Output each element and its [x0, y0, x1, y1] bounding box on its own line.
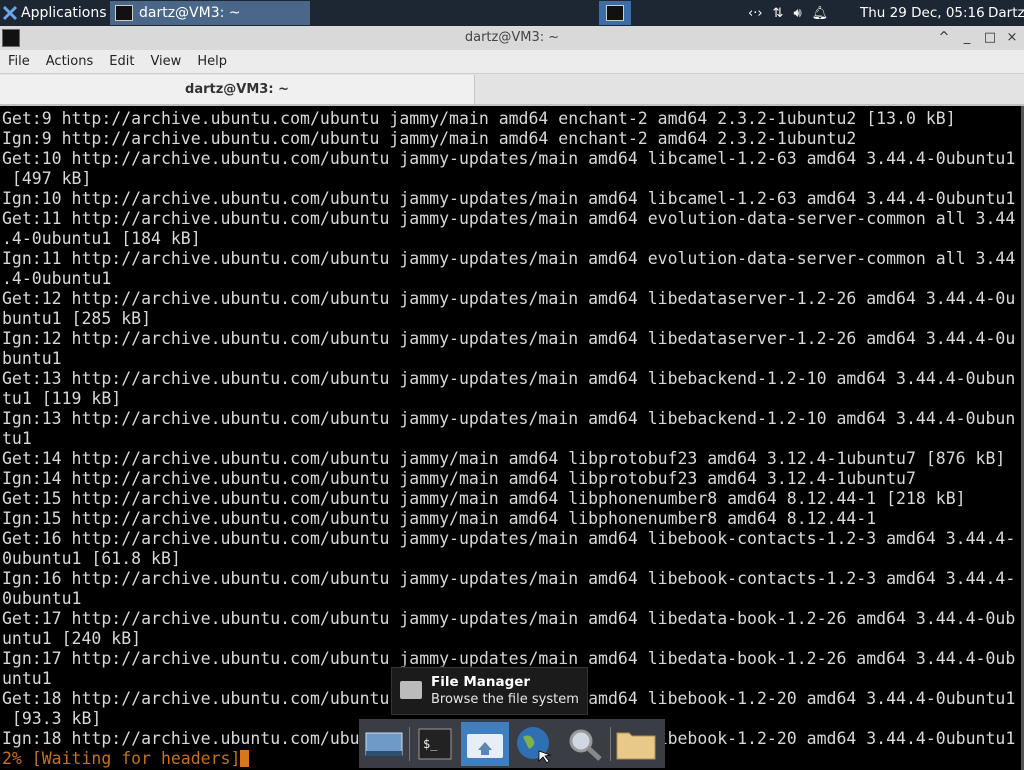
menu-help[interactable]: Help — [189, 54, 235, 69]
clock[interactable]: Thu 29 Dec, 05:16 — [860, 0, 985, 26]
show-desktop-icon — [365, 732, 403, 756]
terminal-line: Get:14 http://archive.ubuntu.com/ubuntu … — [2, 449, 1006, 468]
folder-launcher[interactable] — [612, 722, 660, 766]
shade-button[interactable]: ^ — [935, 29, 953, 47]
system-tray: ‹·› ⇅ 🔊︎ 🔔︎ — [748, 0, 828, 26]
terminal-line: Ign:15 http://archive.ubuntu.com/ubuntu … — [2, 509, 877, 528]
search-icon — [569, 729, 602, 761]
notification-bell-icon[interactable]: 🔔︎ — [812, 6, 829, 21]
file-manager-tooltip: File Manager Browse the file system — [391, 667, 588, 715]
progress-status-text: 2% [Waiting for headers] — [2, 749, 241, 768]
terminal-line: Get:13 http://archive.ubuntu.com/ubuntu … — [2, 369, 1016, 388]
terminal-line: Ign:10 http://archive.ubuntu.com/ubuntu … — [2, 189, 1016, 208]
terminal-line: Ign:11 http://archive.ubuntu.com/ubuntu … — [2, 249, 1016, 268]
terminal-line: Ign:17 http://archive.ubuntu.com/ubuntu … — [2, 649, 1016, 668]
xfce-logo-icon — [2, 5, 18, 21]
terminal-line: Ign:12 http://archive.ubuntu.com/ubuntu … — [2, 329, 1016, 348]
terminal-line: .4-0ubuntu1 — [2, 269, 112, 288]
web-browser-launcher[interactable] — [511, 722, 559, 766]
terminal-line: Get:16 http://archive.ubuntu.com/ubuntu … — [2, 529, 1016, 548]
menu-view[interactable]: View — [142, 54, 189, 69]
terminal-icon — [115, 5, 133, 21]
terminal-line: buntu1 [285 kB] — [2, 309, 152, 328]
terminal-line: Get:9 http://archive.ubuntu.com/ubuntu j… — [2, 109, 956, 128]
home-folder-launcher[interactable] — [461, 721, 509, 766]
workspace-switcher[interactable] — [599, 1, 631, 25]
terminal-line: untu1 [240 kB] — [2, 629, 142, 648]
terminal-line: tu1 — [2, 429, 32, 448]
terminal-line: tu1 [119 kB] — [2, 389, 122, 408]
terminal-line: Get:17 http://archive.ubuntu.com/ubuntu … — [2, 609, 1016, 628]
terminal-cursor — [240, 750, 250, 767]
window-title: dartz@VM3: ~ — [464, 30, 560, 45]
applications-menu[interactable]: Applications — [0, 0, 107, 26]
terminal-icon — [606, 5, 624, 21]
dock-separator — [409, 726, 410, 761]
tab-terminal[interactable]: dartz@VM3: ~ — [0, 75, 475, 105]
volume-icon[interactable]: 🔊︎ — [793, 6, 801, 21]
home-folder-icon — [467, 733, 503, 758]
terminal-line: 0ubuntu1 — [2, 589, 82, 608]
minimize-button[interactable]: _ — [958, 29, 976, 47]
window-titlebar[interactable]: dartz@VM3: ~ ^ _ □ × — [0, 26, 1024, 51]
terminal-line: Get:15 http://archive.ubuntu.com/ubuntu … — [2, 489, 966, 508]
dock: $_ — [359, 719, 665, 768]
folder-icon — [616, 732, 656, 759]
network-arrows-icon[interactable]: ‹·› — [748, 6, 763, 21]
tooltip-subtitle: Browse the file system — [431, 692, 579, 707]
terminal-line: .4-0ubuntu1 [184 kB] — [2, 229, 201, 248]
menu-file[interactable]: File — [0, 54, 38, 69]
terminal-line: Ign:16 http://archive.ubuntu.com/ubuntu … — [2, 569, 1016, 588]
user-menu[interactable]: Dartz — [988, 0, 1024, 26]
terminal-launcher[interactable]: $_ — [411, 722, 459, 766]
file-manager-icon — [400, 681, 422, 699]
show-desktop-button[interactable] — [360, 722, 408, 766]
tooltip-title: File Manager — [431, 674, 531, 690]
taskbar-terminal-label: dartz@VM3: ~ — [139, 5, 241, 21]
taskbar-terminal-button[interactable]: dartz@VM3: ~ — [110, 1, 310, 25]
dock-separator — [610, 726, 611, 761]
terminal-line: [497 kB] — [2, 169, 92, 188]
menu-actions[interactable]: Actions — [38, 54, 102, 69]
maximize-button[interactable]: □ — [981, 29, 999, 47]
terminal-line: Ign:14 http://archive.ubuntu.com/ubuntu … — [2, 469, 916, 488]
terminal-line: Ign:9 http://archive.ubuntu.com/ubuntu j… — [2, 129, 857, 148]
svg-text:$_: $_ — [423, 737, 438, 751]
search-launcher[interactable] — [561, 722, 609, 766]
terminal-line: Ign:13 http://archive.ubuntu.com/ubuntu … — [2, 409, 1016, 428]
top-panel: Applications dartz@VM3: ~ ‹·› ⇅ 🔊︎ 🔔︎ Th… — [0, 0, 1024, 26]
menu-edit[interactable]: Edit — [101, 54, 142, 69]
terminal-line: Get:10 http://archive.ubuntu.com/ubuntu … — [2, 149, 1016, 168]
terminal-line: buntu1 — [2, 349, 62, 368]
web-browser-icon — [517, 726, 552, 763]
updown-arrows-icon[interactable]: ⇅ — [773, 6, 784, 21]
applications-label: Applications — [21, 5, 107, 21]
terminal-line: Get:11 http://archive.ubuntu.com/ubuntu … — [2, 209, 1016, 228]
tab-bar: dartz@VM3: ~ — [0, 73, 1024, 105]
terminal-line: Get:12 http://archive.ubuntu.com/ubuntu … — [2, 289, 1016, 308]
close-button[interactable]: × — [1003, 29, 1021, 47]
terminal-icon: $_ — [418, 728, 452, 759]
terminal-line: 0ubuntu1 [61.8 kB] — [2, 549, 181, 568]
menubar: File Actions Edit View Help — [0, 50, 1024, 73]
